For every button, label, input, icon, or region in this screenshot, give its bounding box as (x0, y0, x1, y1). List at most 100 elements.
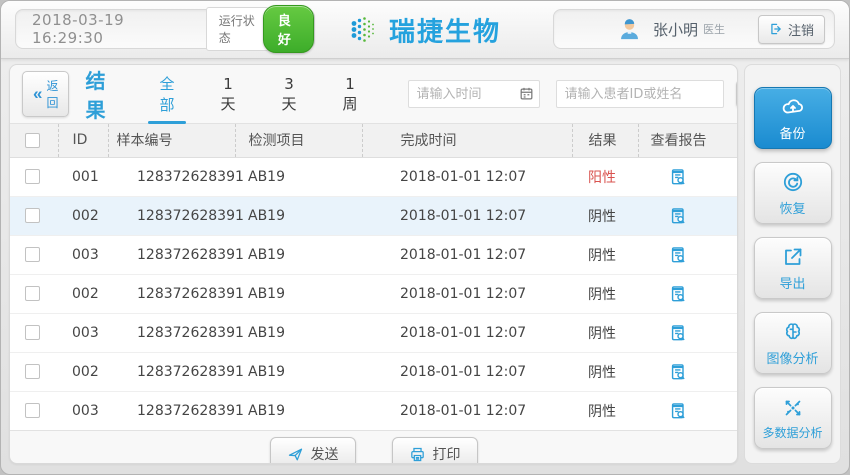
table-row[interactable]: 002 128372628391 AB19 2018-01-01 12:07 阴… (10, 352, 737, 391)
view-report-button[interactable] (668, 323, 688, 343)
report-icon (668, 284, 688, 304)
cloud-backup-icon (780, 95, 806, 119)
sidebar-label: 恢复 (779, 198, 805, 217)
tools-sidebar: 备份 恢复 导出 (744, 64, 841, 464)
view-report-button[interactable] (668, 284, 688, 304)
tab-1-day[interactable]: 1天 (219, 67, 238, 121)
row-checkbox[interactable] (25, 286, 40, 301)
cell-result: 阴性 (572, 196, 638, 235)
multi-data-icon (781, 396, 805, 420)
row-checkbox[interactable] (25, 208, 40, 223)
sidebar-label: 多数据分析 (762, 424, 822, 441)
cell-item: AB19 (235, 196, 362, 235)
cell-id: 003 (58, 313, 108, 352)
table-row[interactable]: 003 128372628391 AB19 2018-01-01 12:07 阴… (10, 235, 737, 274)
cell-time: 2018-01-01 12:07 (362, 352, 572, 391)
send-icon (287, 446, 304, 463)
tab-all[interactable]: 全部 (157, 67, 176, 121)
time-input-wrap (408, 80, 540, 108)
cell-item: AB19 (235, 352, 362, 391)
patient-input-wrap (556, 80, 724, 108)
print-button[interactable]: 打印 (392, 437, 478, 464)
cell-sample: 128372628391 (108, 313, 235, 352)
column-header-item: 检测项目 (235, 124, 362, 157)
app-window: 2018-03-19 16:29:30 运行状态 良好 瑞捷生物 (0, 0, 850, 475)
view-report-button[interactable] (668, 362, 688, 382)
cell-id: 002 (58, 196, 108, 235)
cell-result: 阴性 (572, 313, 638, 352)
sidebar-button-image-analysis[interactable]: 图像分析 (754, 312, 832, 374)
sidebar-button-export[interactable]: 导出 (754, 237, 832, 299)
cell-sample: 128372628391 (108, 196, 235, 235)
cell-id: 002 (58, 352, 108, 391)
table-row[interactable]: 003 128372628391 AB19 2018-01-01 12:07 阴… (10, 391, 737, 430)
print-label: 打印 (433, 444, 461, 464)
view-report-button[interactable] (668, 401, 688, 421)
column-header-sample: 样本编号 (108, 124, 235, 157)
sidebar-label: 备份 (779, 123, 805, 142)
cell-result: 阴性 (572, 235, 638, 274)
table-row[interactable]: 001 128372628391 AB19 2018-01-01 12:07 阳… (10, 157, 737, 196)
back-button[interactable]: « 返回 (22, 71, 69, 117)
logout-button[interactable]: 注销 (758, 15, 825, 44)
cell-id: 003 (58, 235, 108, 274)
datetime: 2018-03-19 16:29:30 (32, 11, 182, 47)
column-header-result: 结果 (572, 124, 638, 157)
patient-search-input[interactable] (556, 80, 724, 108)
row-checkbox[interactable] (25, 247, 40, 262)
main-area: « 返回 结果 全部 1天 3天 1周 (1, 59, 849, 474)
page-title: 结果 (85, 65, 105, 123)
report-icon (668, 206, 688, 226)
view-report-button[interactable] (668, 167, 688, 187)
restore-icon (781, 170, 805, 194)
cell-result: 阴性 (572, 274, 638, 313)
results-table: ID 样本编号 检测项目 完成时间 结果 查看报告 001 128372628 (10, 123, 737, 431)
view-report-button[interactable] (668, 206, 688, 226)
sidebar-button-multi-data-analysis[interactable]: 多数据分析 (754, 387, 832, 449)
cell-item: AB19 (235, 157, 362, 196)
sidebar-button-backup[interactable]: 备份 (754, 87, 832, 149)
table-row[interactable]: 002 128372628391 AB19 2018-01-01 12:07 阴… (10, 274, 737, 313)
cell-item: AB19 (235, 391, 362, 430)
time-filter-tabs: 全部 1天 3天 1周 (157, 67, 359, 121)
back-chevrons-icon: « (33, 88, 42, 100)
report-icon (668, 167, 688, 187)
calendar-icon[interactable] (519, 86, 534, 101)
logout-icon (769, 22, 783, 36)
brain-icon (781, 320, 805, 344)
row-checkbox[interactable] (25, 364, 40, 379)
cell-item: AB19 (235, 313, 362, 352)
cell-time: 2018-01-01 12:07 (362, 274, 572, 313)
cell-result: 阳性 (572, 157, 638, 196)
cell-item: AB19 (235, 235, 362, 274)
table-row[interactable]: 002 128372628391 AB19 2018-01-01 12:07 阴… (10, 196, 737, 235)
results-toolbar: « 返回 结果 全部 1天 3天 1周 (10, 65, 737, 123)
send-label: 发送 (311, 444, 339, 464)
report-icon (668, 323, 688, 343)
table-row[interactable]: 003 128372628391 AB19 2018-01-01 12:07 阴… (10, 313, 737, 352)
cell-time: 2018-01-01 12:07 (362, 235, 572, 274)
tab-1-week[interactable]: 1周 (341, 67, 360, 121)
cell-result: 阴性 (572, 352, 638, 391)
row-checkbox[interactable] (25, 325, 40, 340)
row-checkbox[interactable] (25, 169, 40, 184)
actions-footer: 发送 打印 (10, 431, 737, 464)
select-all-checkbox[interactable] (25, 133, 40, 148)
view-report-button[interactable] (668, 245, 688, 265)
cell-sample: 128372628391 (108, 391, 235, 430)
search-button[interactable] (736, 79, 739, 109)
row-checkbox[interactable] (25, 403, 40, 418)
sidebar-button-restore[interactable]: 恢复 (754, 162, 832, 224)
report-icon (668, 362, 688, 382)
sidebar-label: 导出 (779, 273, 805, 292)
doctor-avatar (616, 16, 643, 43)
report-icon (668, 401, 688, 421)
brand-name: 瑞捷生物 (389, 11, 501, 48)
tab-3-day[interactable]: 3天 (280, 67, 299, 121)
cell-id: 003 (58, 391, 108, 430)
user-name: 张小明 (653, 19, 698, 40)
cell-id: 001 (58, 157, 108, 196)
user-role: 医生 (703, 21, 725, 37)
results-panel: « 返回 结果 全部 1天 3天 1周 (9, 64, 738, 464)
send-button[interactable]: 发送 (270, 437, 356, 464)
